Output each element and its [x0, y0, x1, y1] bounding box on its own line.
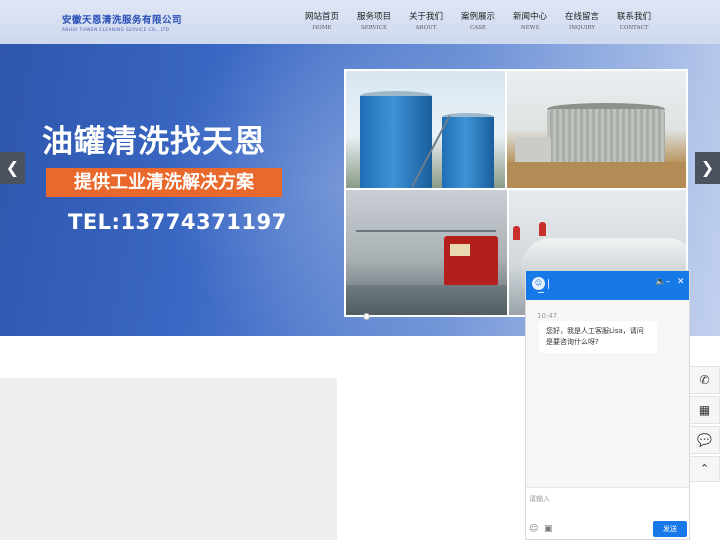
ground	[507, 162, 686, 188]
photo-fire-truck	[346, 190, 507, 315]
speaker-icon[interactable]: 🔈	[655, 277, 666, 287]
blue-tank	[360, 96, 432, 188]
nav-label-cn: 服务项目	[356, 12, 391, 22]
blue-tank	[442, 117, 494, 188]
nav-item-about[interactable]: 关于我们 ABOUT	[400, 10, 452, 31]
company-logo[interactable]: 安徽天恩清洗服务有限公司 ANHUI TIANEN CLEANING SERVI…	[62, 12, 182, 33]
nav-item-case[interactable]: 案例展示 CASE	[452, 10, 504, 31]
chat-widget: ☺ 🔈 – ✕ 10:47 您好，我是人工客服Lisa，请问是要咨询什么呀? 请…	[525, 270, 690, 540]
close-icon[interactable]: ✕	[677, 277, 685, 287]
banner-headline: 油罐清洗找天恩	[42, 124, 266, 160]
nav-label-cn: 关于我们	[408, 12, 443, 22]
agent-name	[548, 279, 552, 289]
main-nav: 网站首页 HOME 服务项目 SERVICE 关于我们 ABOUT 案例展示 C…	[296, 10, 660, 31]
nav-item-inquiry[interactable]: 在线留言 INQUIRY	[556, 10, 608, 31]
minimize-icon[interactable]: –	[666, 277, 671, 287]
wet-ground	[346, 285, 507, 315]
worker	[539, 222, 546, 236]
agent-status	[538, 292, 544, 293]
message-time: 10:47	[537, 312, 558, 320]
small-tank	[515, 137, 551, 165]
nav-label-cn: 联系我们	[616, 12, 651, 22]
send-button[interactable]: 发送	[653, 521, 687, 537]
agent-message: 您好，我是人工客服Lisa，请问是要咨询什么呀?	[539, 321, 657, 353]
nav-item-news[interactable]: 新闻中心 NEWS	[504, 10, 556, 31]
qrcode-icon[interactable]: ▦	[689, 396, 720, 424]
side-toolbar: ✆ ▦ 💬 ⌃	[689, 366, 720, 484]
banner-phone: TEL:13774371197	[68, 210, 287, 234]
nav-label-en: NEWS	[520, 25, 540, 31]
chat-input-placeholder[interactable]: 请输入	[529, 494, 550, 504]
company-name-cn: 安徽天恩清洗服务有限公司	[62, 15, 183, 26]
storage-tank	[547, 109, 665, 165]
pipe-rack	[356, 230, 496, 232]
page: 安徽天恩清洗服务有限公司 ANHUI TIANEN CLEANING SERVI…	[0, 0, 720, 540]
chevron-right-icon: ❯	[700, 158, 715, 177]
nav-label-en: HOME	[312, 25, 332, 31]
nav-label-en: ABOUT	[415, 25, 437, 31]
agent-avatar: ☺	[532, 277, 545, 290]
nav-label-cn: 在线留言	[564, 12, 599, 22]
nav-label-en: CASE	[470, 25, 486, 31]
nav-label-cn: 网站首页	[304, 12, 339, 22]
chat-bubble-icon[interactable]: 💬	[689, 426, 720, 454]
image-icon[interactable]: ▣	[544, 524, 555, 535]
chevron-left-icon: ❮	[5, 158, 20, 177]
nav-item-contact[interactable]: 联系我们 CONTACT	[608, 10, 660, 31]
photo-storage-tank	[507, 71, 686, 188]
banner-subline: 提供工业清洗解决方案	[46, 168, 282, 197]
nav-label-en: SERVICE	[360, 25, 388, 31]
company-name-en: ANHUI TIANEN CLEANING SERVICE CO., LTD	[62, 28, 170, 33]
phone-icon[interactable]: ✆	[689, 366, 720, 394]
nav-item-home[interactable]: 网站首页 HOME	[296, 10, 348, 31]
site-header: 安徽天恩清洗服务有限公司 ANHUI TIANEN CLEANING SERVI…	[0, 0, 720, 44]
chevron-up-icon[interactable]: ⌃	[689, 456, 720, 482]
content-placeholder	[0, 378, 337, 540]
worker	[513, 226, 520, 240]
emoji-icon[interactable]: ☺	[529, 524, 540, 535]
nav-label-en: CONTACT	[619, 25, 649, 31]
photo-blue-tanks	[346, 71, 505, 188]
nav-label-en: INQUIRY	[569, 25, 595, 31]
nav-item-service[interactable]: 服务项目 SERVICE	[348, 10, 400, 31]
banner-prev-button[interactable]: ❮	[0, 152, 25, 184]
chat-header: ☺ 🔈 – ✕	[526, 271, 689, 300]
slide-indicator[interactable]	[363, 313, 370, 320]
truck-window	[450, 244, 470, 256]
chat-input-area[interactable]: 请输入 ☺ ▣ 发送	[526, 487, 689, 539]
banner-next-button[interactable]: ❯	[695, 152, 720, 184]
nav-label-cn: 案例展示	[460, 12, 495, 22]
nav-label-cn: 新闻中心	[512, 12, 547, 22]
